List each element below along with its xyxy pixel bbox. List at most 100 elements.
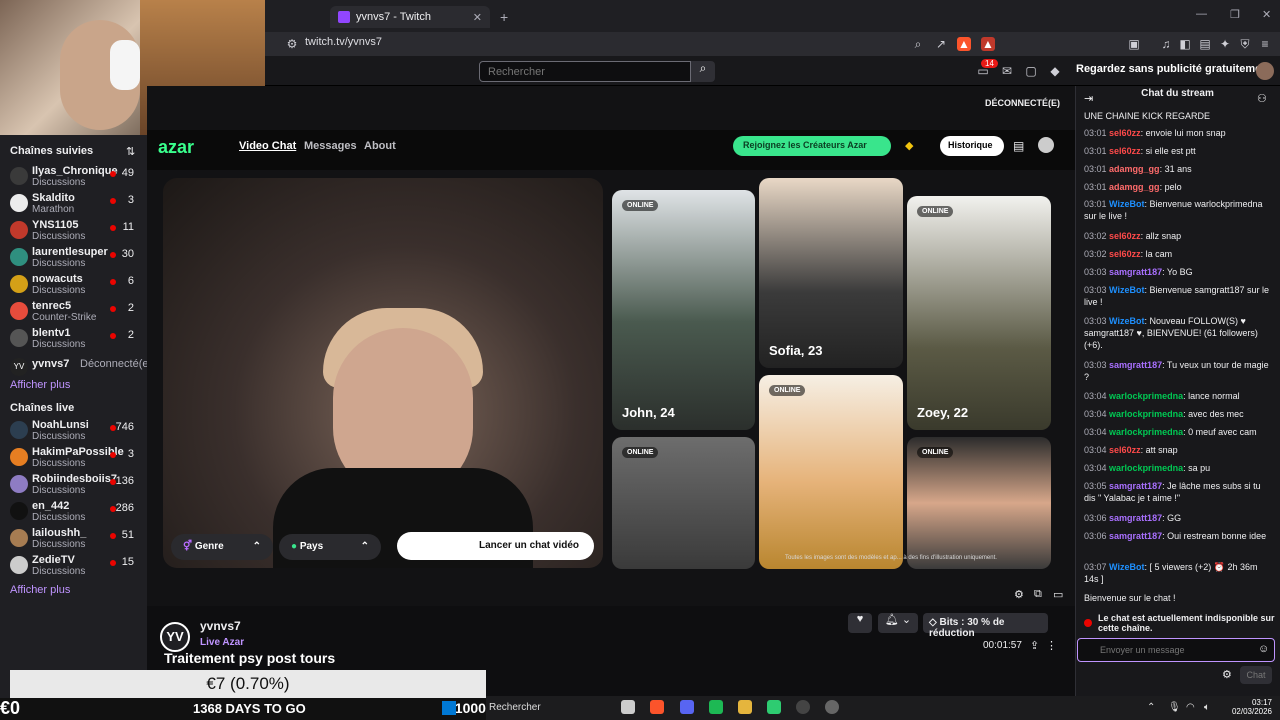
settings-icon[interactable]: ⚙ [1014, 588, 1024, 601]
sidebar-channel[interactable]: nowacuts Discussions 6 [10, 273, 140, 299]
message-user[interactable]: WizeBot [1109, 199, 1144, 209]
follow-heart-icon[interactable]: ♥ [848, 613, 872, 633]
country-filter[interactable]: ● Pays ⌃ [279, 534, 381, 560]
minimize-icon[interactable]: — [1196, 8, 1207, 20]
message-user[interactable]: samgratt187 [1109, 267, 1162, 277]
brave-rewards-icon[interactable]: ▲ [981, 37, 995, 51]
app-icon[interactable] [767, 700, 781, 714]
url-field[interactable]: twitch.tv/yvnvs7 [305, 36, 382, 48]
profile-card[interactable]: ONLINE [907, 437, 1051, 569]
bits-icon[interactable]: ◆ [1048, 64, 1062, 78]
discord-icon[interactable] [680, 700, 694, 714]
panel-icon[interactable]: ◧ [1178, 37, 1192, 51]
sidebar-channel[interactable]: ZedieTV Discussions 15 [10, 554, 140, 580]
windows-start-icon[interactable] [442, 701, 456, 715]
taskbar-clock[interactable]: 03:17 02/03/2026 [1222, 698, 1272, 716]
search-input[interactable] [479, 61, 691, 82]
zoom-icon[interactable]: ⌕ [911, 37, 925, 51]
message-user[interactable]: samgratt187 [1109, 531, 1162, 541]
menu-icon[interactable]: ≡ [1258, 37, 1272, 51]
sidebar-channel[interactable]: HakimPaPossible Discussions 3 [10, 446, 140, 472]
profile-card[interactable]: ONLINE [759, 375, 903, 569]
tray-chevron-icon[interactable]: ⌃ [1147, 702, 1155, 713]
message-user[interactable]: WizeBot [1109, 316, 1144, 326]
sidebar-channel[interactable]: NoahLunsi Discussions 746 [10, 419, 140, 445]
app-icon[interactable] [709, 700, 723, 714]
taskbar-search[interactable]: Rechercher [489, 702, 541, 713]
maximize-icon[interactable]: ❐ [1230, 8, 1240, 21]
history-button[interactable]: Historique [940, 136, 1004, 156]
sidebar-channel[interactable]: YNS1105 Discussions 11 [10, 219, 140, 245]
settings-icon[interactable] [825, 700, 839, 714]
send-chat-button[interactable]: Chat [1240, 666, 1272, 684]
music-icon[interactable]: ♫ [1159, 37, 1173, 51]
gem-icon[interactable]: ◆ [905, 139, 913, 152]
message-user[interactable]: warlockprimedna [1109, 409, 1183, 419]
brave-icon[interactable] [650, 700, 664, 714]
search-icon[interactable]: ⌕ [691, 61, 715, 82]
emote-icon[interactable]: ☺ [1258, 643, 1269, 655]
message-user[interactable]: samgratt187 [1109, 360, 1162, 370]
message-user[interactable]: warlockprimedna [1109, 391, 1183, 401]
message-user[interactable]: WizeBot [1109, 285, 1144, 295]
leo-icon[interactable]: ✦ [1218, 37, 1232, 51]
sidebar-channel[interactable]: laurentlesuper Discussions 30 [10, 246, 140, 272]
whispers-icon[interactable]: ✉ [1000, 64, 1014, 78]
azar-nav-video-chat[interactable]: Video Chat [239, 140, 296, 152]
profile-card-zoey[interactable]: ONLINE Zoey, 22 [907, 196, 1051, 430]
obs-icon[interactable] [796, 700, 810, 714]
start-video-chat-button[interactable]: Lancer un chat vidéo [397, 532, 594, 560]
genre-filter[interactable]: ⚥ Genre ⌃ [171, 534, 273, 560]
bits-discount-button[interactable]: ◇ Bits : 30 % de réduction [923, 613, 1048, 639]
ad-free-link[interactable]: Regardez sans publicité gratuitement [1076, 63, 1272, 75]
inbox-icon[interactable]: ▢ [1024, 64, 1038, 78]
message-user[interactable]: sel60zz [1109, 249, 1141, 259]
show-more-followed[interactable]: Afficher plus [10, 379, 70, 391]
wifi-icon[interactable]: ◠ [1186, 702, 1195, 713]
sidebar-channel[interactable]: Skaldito Marathon 3 [10, 192, 140, 218]
sidebar-channel[interactable]: Robiindesboiis7 Discussions 136 [10, 473, 140, 499]
share-icon[interactable]: ⇪ [1030, 639, 1039, 652]
sidebar-channel[interactable]: lailoushh_ Discussions 51 [10, 527, 140, 553]
sidebar-channel[interactable]: en_442 Discussions 286 [10, 500, 140, 526]
avatar[interactable] [1256, 62, 1274, 80]
message-user[interactable]: sel60zz [1109, 146, 1141, 156]
stream-category[interactable]: Live Azar [200, 637, 244, 648]
message-user[interactable]: warlockprimedna [1109, 427, 1183, 437]
show-more-live[interactable]: Afficher plus [10, 584, 70, 596]
close-tab-icon[interactable]: ✕ [473, 11, 482, 24]
join-creators-button[interactable]: Rejoignez les Créateurs Azar [733, 136, 891, 156]
task-view-icon[interactable] [621, 700, 635, 714]
new-tab-icon[interactable]: + [500, 9, 508, 25]
chat-input[interactable] [1077, 638, 1275, 662]
more-options-icon[interactable]: ⋮ [1046, 639, 1057, 652]
sidebar-icon[interactable]: ▣ [1127, 37, 1141, 51]
share-icon[interactable]: ↗ [934, 37, 948, 51]
channel-avatar[interactable]: YV [160, 622, 190, 652]
message-user[interactable]: WizeBot [1109, 562, 1144, 572]
close-window-icon[interactable]: ✕ [1262, 8, 1271, 21]
chat-settings-icon[interactable]: ⚙ [1222, 668, 1232, 681]
profile-card-john[interactable]: ONLINE John, 24 [612, 190, 755, 430]
message-user[interactable]: sel60zz [1109, 231, 1141, 241]
clip-icon[interactable]: ⧉ [1034, 588, 1042, 601]
profile-card[interactable]: ONLINE [612, 437, 755, 569]
volume-icon[interactable]: 🔈︎ [1204, 702, 1210, 713]
vpn-icon[interactable]: ⛨ [1238, 37, 1252, 51]
app-icon[interactable] [738, 700, 752, 714]
message-user[interactable]: adamgg_gg [1109, 164, 1160, 174]
message-user[interactable]: sel60zz [1109, 445, 1141, 455]
channel-name[interactable]: yvnvs7 [200, 619, 241, 633]
browser-tab[interactable]: yvnvs7 - Twitch ✕ [330, 6, 490, 28]
azar-nav-about[interactable]: About [364, 140, 396, 152]
collapse-icon[interactable]: ⇅ [126, 145, 135, 158]
message-user[interactable]: adamgg_gg [1109, 182, 1160, 192]
azar-nav-messages[interactable]: Messages [304, 140, 357, 152]
message-user[interactable]: samgratt187 [1109, 513, 1162, 523]
message-user[interactable]: warlockprimedna [1109, 463, 1183, 473]
profile-card-sofia[interactable]: Sofia, 23 [759, 178, 903, 368]
sidebar-channel[interactable]: blentv1 Discussions 2 [10, 327, 140, 353]
brave-shield-icon[interactable]: ▲ [957, 37, 971, 51]
community-icon[interactable]: ⚇ [1257, 92, 1267, 105]
sidebar-channel[interactable]: Ilyas_Chronique Discussions 49 [10, 165, 140, 191]
